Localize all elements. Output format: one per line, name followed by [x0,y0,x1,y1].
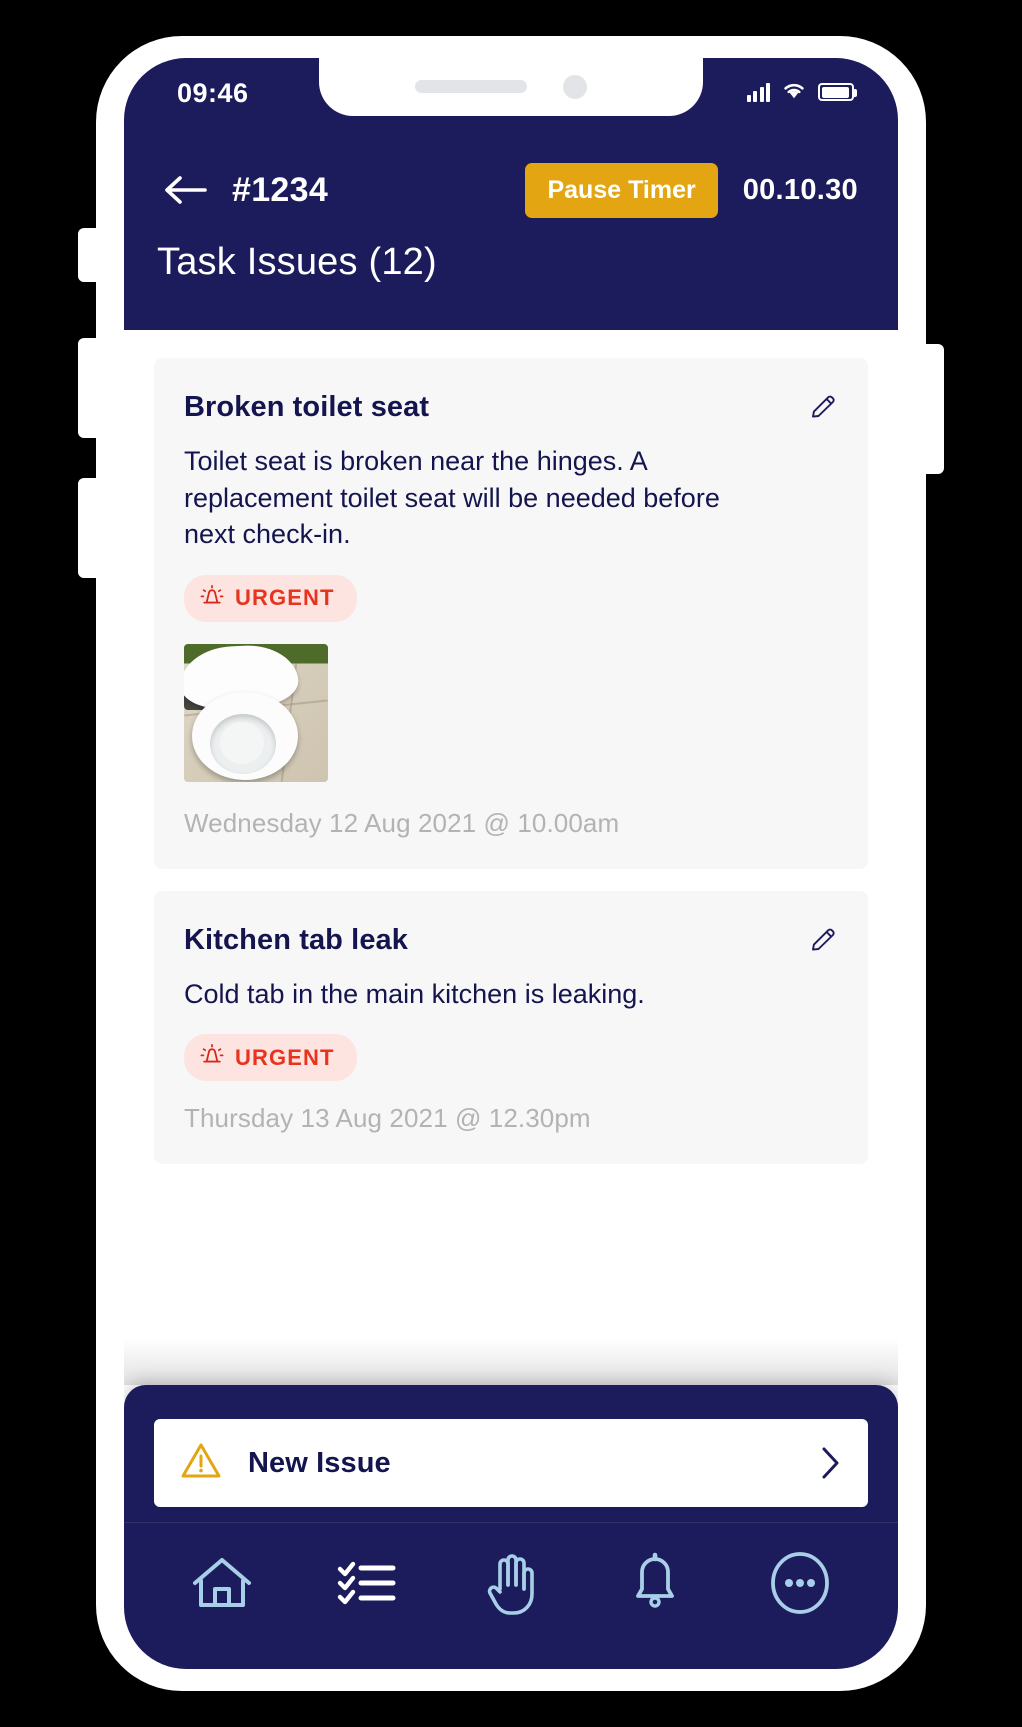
issue-title: Broken toilet seat [184,391,430,423]
issue-photo-thumbnail[interactable] [184,643,328,782]
issue-timestamp: Thursday 13 Aug 2021 @ 12.30pm [184,1103,591,1134]
pencil-edit-icon[interactable] [808,392,838,422]
front-camera [563,75,587,99]
issue-description: Cold tab in the main kitchen is leaking. [184,978,645,1009]
phone-power-button[interactable] [924,344,944,474]
wifi-icon [781,80,807,105]
issue-card-header: Broken toilet seat [184,390,838,425]
signal-bars-icon [746,82,770,102]
task-id-label: #1234 [232,170,329,209]
app-header: 09:46 #1234 Pause Timer 00.10.30 Task Is… [124,58,898,330]
earpiece-speaker [415,80,527,93]
hand-raised-icon [482,1551,540,1620]
header-nav-row: #1234 Pause Timer 00.10.30 [124,154,898,226]
status-bar-icons [746,78,857,106]
tab-more[interactable] [757,1542,843,1628]
warning-triangle-icon [180,1441,222,1486]
home-icon [189,1553,255,1618]
siren-alert-icon [200,1043,224,1072]
issue-description: Toilet seat is broken near the hinges. A… [184,445,720,550]
pencil-edit-icon[interactable] [808,925,838,955]
pause-timer-button[interactable]: Pause Timer [525,162,718,218]
chevron-right-icon [820,1446,842,1480]
checklist-icon [336,1555,398,1616]
bell-icon [627,1552,683,1619]
issue-card[interactable]: Kitchen tab leak Cold tab in the main ki… [154,890,868,1165]
issue-card-header: Kitchen tab leak [184,923,838,958]
phone-volume-down-button[interactable] [78,478,98,578]
phone-volume-up-button[interactable] [78,338,98,438]
status-badge-label: URGENT [235,585,335,611]
tab-tasks[interactable] [324,1542,410,1628]
tab-home[interactable] [179,1542,265,1628]
bottom-dock: New Issue [124,1385,898,1669]
phone-screen: 09:46 #1234 Pause Timer 00.10.30 Task Is… [124,58,898,1669]
page-title: Task Issues (12) [157,241,437,283]
tab-hand[interactable] [468,1542,554,1628]
bottom-tabbar [124,1523,898,1647]
timer-value: 00.10.30 [742,173,858,206]
back-arrow-icon[interactable] [164,172,210,208]
home-indicator [447,1492,575,1501]
phone-mute-switch[interactable] [78,228,98,282]
status-badge: URGENT [184,574,357,622]
issue-title: Kitchen tab leak [184,923,408,956]
status-badge-label: URGENT [235,1044,335,1070]
scroll-fade-overlay [124,1339,898,1385]
battery-full-icon [818,83,857,101]
device-notch [319,58,703,116]
screenshot-stage: 09:46 #1234 Pause Timer 00.10.30 Task Is… [0,0,1022,1727]
photo-detail [220,721,264,764]
more-ellipsis-icon [768,1551,832,1620]
status-badge: URGENT [184,1034,357,1082]
tab-notifications[interactable] [612,1542,698,1628]
siren-alert-icon [200,584,224,613]
status-bar-time: 09:46 [177,78,249,108]
issue-timestamp: Wednesday 12 Aug 2021 @ 10.00am [184,807,620,838]
issue-card[interactable]: Broken toilet seat Toilet seat is broken… [154,358,868,869]
new-issue-label: New Issue [248,1446,391,1479]
